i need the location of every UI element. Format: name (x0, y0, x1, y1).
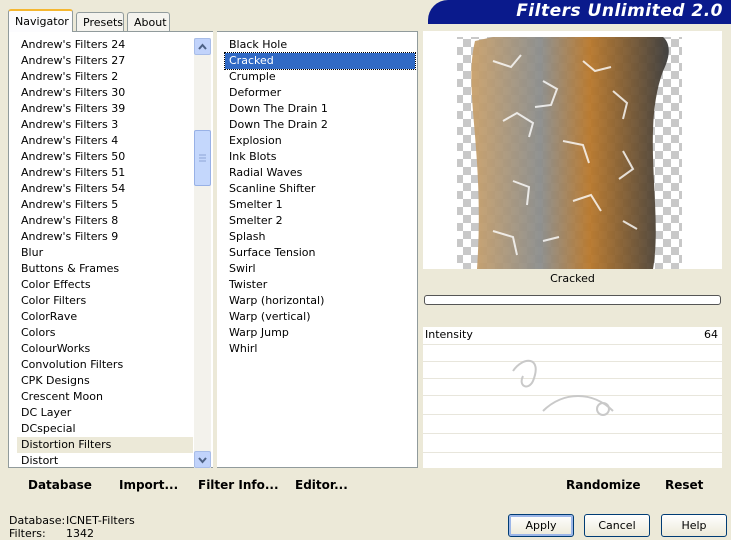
list-item[interactable]: Andrew's Filters 30 (17, 85, 193, 101)
list-item[interactable]: Andrew's Filters 24 (17, 37, 193, 53)
title-banner: Filters Unlimited 2.0 (428, 0, 731, 24)
scroll-up-button[interactable] (194, 38, 211, 55)
current-filter-name: Cracked (550, 272, 595, 285)
chevron-up-icon (198, 43, 207, 50)
list-item[interactable]: Distortion Filters (17, 437, 193, 453)
list-item[interactable]: Andrew's Filters 39 (17, 101, 193, 117)
list-item[interactable]: Twister (225, 277, 415, 293)
param-value-intensity[interactable]: 64 (704, 328, 718, 341)
tab-about[interactable]: About (127, 12, 170, 31)
tab-navigator[interactable]: Navigator (8, 9, 73, 32)
list-item[interactable]: Andrew's Filters 2 (17, 69, 193, 85)
list-item[interactable]: DCspecial (17, 421, 193, 437)
list-item[interactable]: Convolution Filters (17, 357, 193, 373)
list-item[interactable]: Splash (225, 229, 415, 245)
chevron-down-icon (198, 457, 207, 464)
list-item[interactable]: Scanline Shifter (225, 181, 415, 197)
list-item[interactable]: Andrew's Filters 27 (17, 53, 193, 69)
help-button[interactable]: Help (661, 514, 727, 537)
list-item[interactable]: ColourWorks (17, 341, 193, 357)
list-item[interactable]: ColorRave (17, 309, 193, 325)
list-item[interactable]: Crescent Moon (17, 389, 193, 405)
list-item[interactable]: Warp (horizontal) (225, 293, 415, 309)
parameter-panel: Intensity 64 (423, 327, 722, 468)
param-label-intensity: Intensity (425, 328, 473, 341)
app-title: Filters Unlimited 2.0 (516, 1, 723, 21)
list-item[interactable]: Ink Blots (225, 149, 415, 165)
list-item[interactable]: Andrew's Filters 50 (17, 149, 193, 165)
list-item[interactable]: Cracked (224, 52, 416, 70)
list-divider (213, 31, 217, 468)
status-filters-value: 1342 (66, 527, 94, 540)
progress-bar (424, 295, 721, 305)
list-item[interactable]: CPK Designs (17, 373, 193, 389)
preview-frame (423, 31, 722, 269)
list-item[interactable]: Smelter 1 (225, 197, 415, 213)
list-item[interactable]: Buttons & Frames (17, 261, 193, 277)
reset-button[interactable]: Reset (665, 478, 703, 492)
list-item[interactable]: Blur (17, 245, 193, 261)
filter-info-button[interactable]: Filter Info... (198, 478, 279, 492)
list-item[interactable]: Colors (17, 325, 193, 341)
list-item[interactable]: Color Filters (17, 293, 193, 309)
tab-presets[interactable]: Presets (76, 12, 124, 31)
preview-image[interactable] (423, 31, 722, 269)
list-item[interactable]: Swirl (225, 261, 415, 277)
list-item[interactable]: Black Hole (225, 37, 415, 53)
list-item[interactable]: Andrew's Filters 9 (17, 229, 193, 245)
param-separator (423, 344, 722, 345)
list-item[interactable]: Crumple (225, 69, 415, 85)
list-item[interactable]: Andrew's Filters 8 (17, 213, 193, 229)
list-item[interactable]: Andrew's Filters 3 (17, 117, 193, 133)
list-item[interactable]: Whirl (225, 341, 415, 357)
list-item[interactable]: Radial Waves (225, 165, 415, 181)
list-item[interactable]: Andrew's Filters 5 (17, 197, 193, 213)
list-item[interactable]: Deformer (225, 85, 415, 101)
list-item[interactable]: Down The Drain 1 (225, 101, 415, 117)
category-list[interactable]: Andrew's Filters 24 Andrew's Filters 27 An… (17, 37, 193, 469)
grip-icon (199, 154, 206, 162)
status-filters-label: Filters: (9, 527, 46, 540)
filter-list[interactable]: Black Hole Cracked Crumple Deformer Down The… (224, 37, 416, 357)
status-database-label: Database: (9, 514, 66, 527)
watermark-logo (512, 359, 614, 416)
list-item[interactable]: Explosion (225, 133, 415, 149)
list-item[interactable]: Smelter 2 (225, 213, 415, 229)
list-item[interactable]: DC Layer (17, 405, 193, 421)
status-database-value: ICNET-Filters (66, 514, 135, 527)
list-item[interactable]: Down The Drain 2 (225, 117, 415, 133)
list-item[interactable]: Surface Tension (225, 245, 415, 261)
editor-button[interactable]: Editor... (295, 478, 348, 492)
apply-button[interactable]: Apply (508, 514, 574, 537)
param-separator (423, 452, 722, 453)
import-button[interactable]: Import... (119, 478, 178, 492)
scroll-down-button[interactable] (194, 451, 211, 468)
list-item[interactable]: Andrew's Filters 4 (17, 133, 193, 149)
list-item[interactable]: Warp (vertical) (225, 309, 415, 325)
database-button[interactable]: Database (28, 478, 92, 492)
list-item[interactable]: Color Effects (17, 277, 193, 293)
list-item[interactable]: Warp Jump (225, 325, 415, 341)
scroll-thumb[interactable] (194, 130, 211, 186)
category-scrollbar[interactable] (194, 38, 211, 468)
list-item[interactable]: Andrew's Filters 51 (17, 165, 193, 181)
cancel-button[interactable]: Cancel (584, 514, 650, 537)
list-item[interactable]: Andrew's Filters 54 (17, 181, 193, 197)
list-item[interactable]: Distort (17, 453, 193, 469)
randomize-button[interactable]: Randomize (566, 478, 640, 492)
param-separator (423, 433, 722, 434)
